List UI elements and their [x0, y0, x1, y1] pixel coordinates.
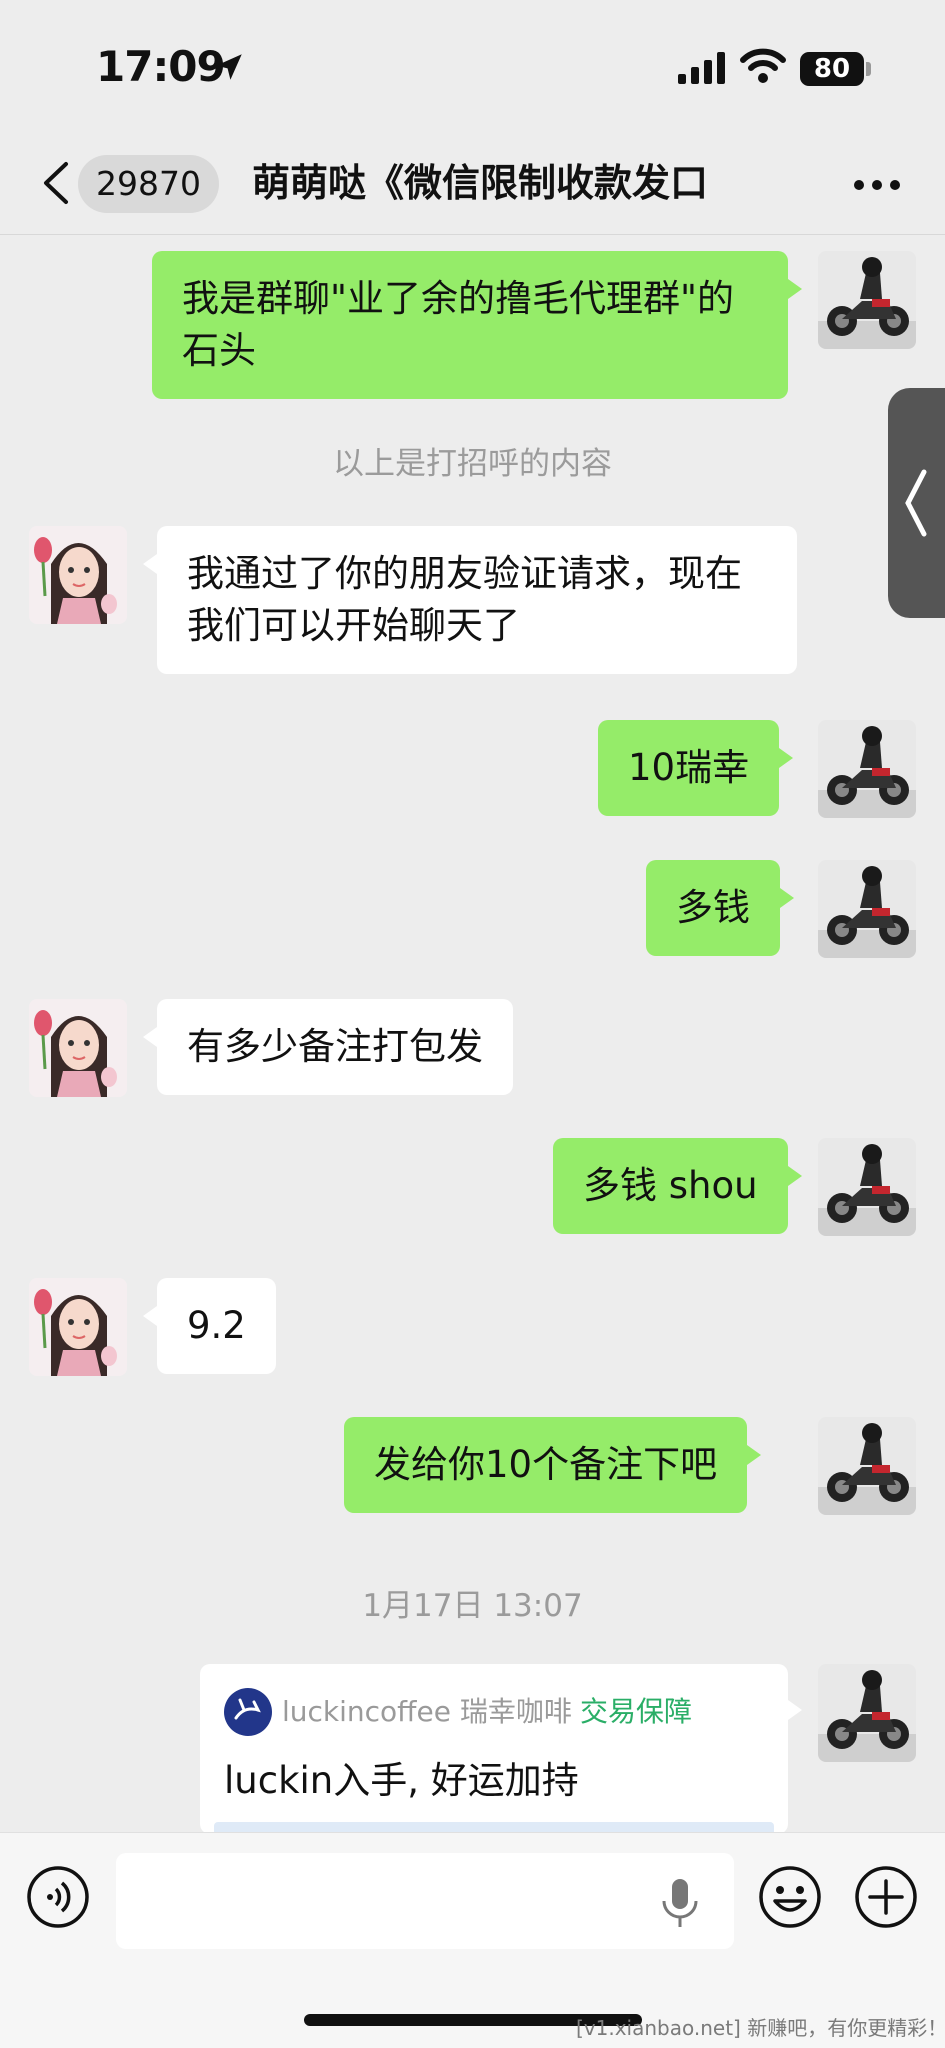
voice-input-icon[interactable]: [26, 1865, 90, 1929]
status-bar: 17:09 80: [0, 0, 945, 130]
location-arrow-icon: [216, 54, 242, 80]
card-title: luckin入手, 好运加持: [224, 1759, 579, 1802]
message-bubble-sent[interactable]: 我是群聊"业了余的撸毛代理群"的石头: [152, 251, 802, 399]
card-source: luckincoffee 瑞幸咖啡: [282, 1695, 572, 1728]
plus-icon[interactable]: [854, 1865, 918, 1929]
status-time: 17:09: [96, 42, 226, 91]
my-avatar[interactable]: [818, 1664, 916, 1762]
my-avatar[interactable]: [818, 1417, 916, 1515]
chevron-left-icon: [905, 469, 927, 537]
emoji-icon[interactable]: [758, 1865, 822, 1929]
chat-title: 萌萌哒《微信限制收款发口: [252, 161, 709, 205]
more-options-button[interactable]: [854, 180, 900, 192]
watermark: [v1.xianbao.net] 新赚吧，有你更精彩！: [576, 2016, 945, 2040]
message-bubble-sent[interactable]: 多钱 shou: [553, 1138, 802, 1234]
luckin-deer-logo-icon: [224, 1688, 272, 1736]
message-bubble-received[interactable]: 有多少备注打包发: [143, 999, 513, 1095]
shared-link-card[interactable]: luckincoffee 瑞幸咖啡 交易保障 luckin入手, 好运加持: [200, 1664, 802, 1834]
trade-protection-badge: 交易保障: [580, 1695, 693, 1728]
greeting-notice: 以上是打招呼的内容: [333, 446, 612, 482]
message-bubble-received[interactable]: 9.2: [143, 1278, 276, 1374]
chat-header: 29870 萌萌哒《微信限制收款发口: [0, 130, 945, 235]
my-avatar[interactable]: [818, 251, 916, 349]
my-avatar[interactable]: [818, 720, 916, 818]
microphone-icon[interactable]: [660, 1877, 700, 1929]
message-bubble-received[interactable]: 我通过了你的朋友验证请求，现在我们可以开始聊天了: [143, 526, 797, 674]
contact-avatar[interactable]: [29, 1278, 127, 1376]
message-bubble-sent[interactable]: 多钱: [646, 860, 794, 956]
back-chevron-icon[interactable]: [36, 158, 76, 208]
battery-cap: [866, 62, 871, 76]
side-floating-tab[interactable]: [888, 388, 945, 618]
my-avatar[interactable]: [818, 1138, 916, 1236]
timestamp: 1月17日 13:07: [362, 1588, 583, 1624]
contact-avatar[interactable]: [29, 526, 127, 624]
battery-indicator: 80: [800, 52, 864, 86]
unread-count-badge[interactable]: 29870: [78, 155, 219, 213]
my-avatar[interactable]: [818, 860, 916, 958]
cellular-signal-icon: [678, 52, 725, 84]
contact-avatar[interactable]: [29, 999, 127, 1097]
message-input[interactable]: [116, 1853, 734, 1949]
message-bubble-sent[interactable]: 发给你10个备注下吧: [344, 1417, 762, 1513]
message-bubble-sent[interactable]: 10瑞幸: [598, 720, 794, 816]
wifi-icon: [740, 48, 786, 83]
